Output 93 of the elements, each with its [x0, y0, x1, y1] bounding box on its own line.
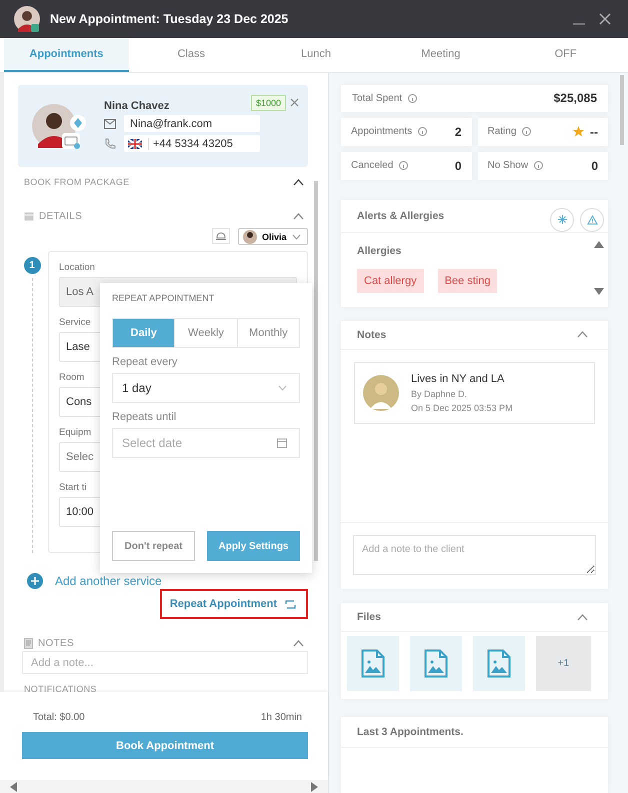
warning-icon — [586, 214, 598, 225]
panel-title: Last 3 Appointments. — [357, 726, 464, 738]
bell-icon — [216, 232, 226, 240]
chevron-down-icon — [278, 385, 287, 391]
info-icon — [534, 161, 544, 170]
phone-icon — [104, 138, 116, 150]
scroll-up-icon[interactable] — [594, 240, 604, 248]
note-date: On 5 Dec 2025 03:53 PM — [411, 402, 513, 413]
frequency-tab[interactable]: Daily — [113, 319, 176, 347]
bell-button[interactable] — [212, 228, 230, 244]
image-file-icon — [424, 649, 448, 678]
client-note-field[interactable]: Add a note to the client — [353, 535, 596, 576]
stat-label: No Show — [488, 160, 528, 172]
allergies-label: Allergies — [357, 244, 402, 257]
stat-value: 0 — [454, 158, 462, 173]
image-file-icon — [361, 649, 385, 678]
stat-value: $25,085 — [554, 91, 597, 106]
phone-field[interactable]: +44 5334 43205 — [124, 135, 260, 152]
stat-value: 0 — [591, 158, 598, 173]
field-label: Start ti — [59, 482, 88, 493]
file-thumbnail[interactable] — [473, 636, 525, 692]
close-icon[interactable] — [598, 12, 612, 26]
plus-icon[interactable] — [27, 573, 43, 589]
scroll-right-icon[interactable] — [310, 782, 318, 792]
tab[interactable]: Appointments — [4, 38, 129, 72]
stat-value: 2 — [454, 124, 462, 139]
balance-badge: $1000 — [250, 95, 286, 111]
section-title: DETAILS — [39, 210, 82, 222]
file-thumbnail[interactable] — [410, 636, 462, 692]
section-title: BOOK FROM PACKAGE — [24, 177, 130, 187]
field-label: Location — [59, 262, 96, 273]
field-label: Repeat every — [112, 356, 178, 368]
file-thumbnail[interactable] — [347, 636, 399, 692]
email-field[interactable]: Nina@frank.com — [124, 115, 260, 132]
vip-icon — [70, 115, 86, 131]
interval-select[interactable]: 1 day — [112, 373, 300, 403]
close-icon[interactable] — [290, 98, 299, 107]
info-icon — [418, 127, 428, 136]
stat-label: Rating — [488, 126, 516, 138]
flag-icon — [128, 138, 142, 148]
add-service-link[interactable]: Add another service — [55, 574, 162, 588]
chevron-up-icon[interactable] — [293, 178, 304, 186]
panel-title: Alerts & Allergies — [357, 210, 444, 222]
allergy-tag: Cat allergy — [357, 268, 424, 293]
avatar — [243, 230, 257, 244]
repeat-icon — [285, 600, 296, 608]
calendar-icon — [24, 211, 34, 221]
star-icon — [573, 126, 584, 138]
stat-value: -- — [590, 124, 598, 139]
stat-label: Canceled — [351, 160, 394, 172]
dont-repeat-button[interactable]: Don't repeat — [112, 531, 195, 561]
popup-title: REPEAT APPOINTMENT — [112, 293, 216, 303]
info-icon — [522, 127, 532, 136]
book-appointment-button[interactable]: Book Appointment — [22, 732, 308, 759]
warning-button[interactable] — [580, 208, 604, 232]
field-label: Room — [59, 372, 86, 383]
allergy-tag: Bee sting — [438, 268, 498, 293]
scroll-left-icon[interactable] — [10, 782, 18, 792]
total-amount: Total: $0.00 — [33, 712, 85, 723]
stat-label: Total Spent — [352, 92, 402, 104]
avatar — [14, 6, 40, 32]
field-label: Service — [59, 317, 92, 328]
note-icon — [24, 638, 33, 648]
scroll-down-icon[interactable] — [594, 288, 604, 295]
apply-settings-button[interactable]: Apply Settings — [207, 531, 300, 561]
panel-title: Files — [357, 611, 381, 624]
section-title: NOTES — [38, 638, 74, 648]
field-label: Repeats until — [112, 411, 178, 423]
calendar-icon — [277, 438, 287, 448]
note-author: By Daphne D. — [411, 388, 468, 399]
duration: 1h 30min — [260, 712, 302, 723]
image-file-icon — [487, 649, 511, 678]
note-text: Lives in NY and LA — [411, 372, 506, 385]
step-number: 1 — [24, 257, 40, 274]
chevron-down-icon — [292, 234, 301, 240]
card-icon — [62, 133, 80, 149]
stat-label: Appointments — [351, 126, 412, 138]
note-field[interactable]: Add a note... — [22, 651, 308, 674]
info-icon — [399, 161, 408, 170]
phone-number: +44 5334 43205 — [148, 138, 233, 150]
section-title: NOTIFICATIONS — [24, 684, 97, 692]
window-title: New Appointment: Tuesday 23 Dec 2025 — [50, 12, 288, 26]
snowflake-icon — [558, 215, 566, 224]
more-files-button[interactable]: +1 — [536, 636, 591, 692]
snowflake-button[interactable] — [550, 208, 574, 232]
mail-icon — [104, 118, 116, 128]
info-icon — [408, 94, 418, 103]
staff-select[interactable]: Olivia — [238, 228, 308, 245]
avatar — [363, 374, 399, 411]
repeat-appointment-link[interactable]: Repeat Appointment — [160, 589, 308, 619]
date-field[interactable]: Select date — [112, 428, 300, 458]
panel-title: Notes — [357, 328, 386, 341]
field-label: Equipm — [59, 427, 92, 438]
